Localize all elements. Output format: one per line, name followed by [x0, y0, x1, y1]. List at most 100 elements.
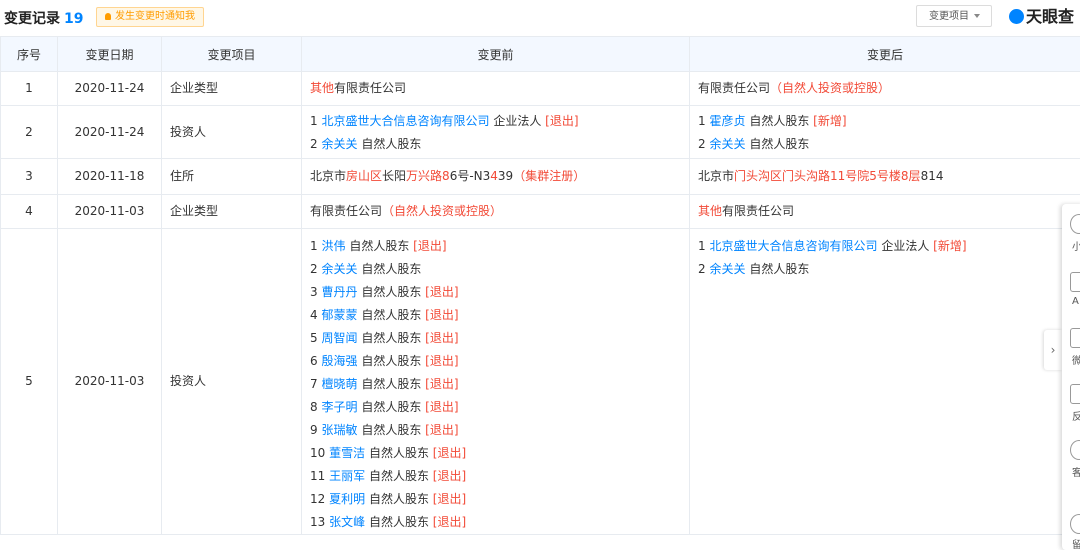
investor-line: 8 李子明 自然人股东 [退出]: [310, 396, 681, 419]
address-part: 门头沟区门头沟路11号院5号楼8层: [734, 169, 921, 183]
cell-after: 有限责任公司（自然人投资或控股）: [690, 72, 1080, 106]
cell-date: 2020-11-03: [58, 195, 162, 229]
investor-type: 自然人股东: [361, 262, 421, 276]
notify-label: 发生变更时通知我: [115, 11, 195, 22]
investor-name-link[interactable]: 北京盛世大合信息咨询有限公司: [321, 114, 489, 128]
section-header: 变更记录19 发生变更时通知我 变更项目 天眼查: [0, 0, 1080, 36]
investor-name-link[interactable]: 檀晓萌: [321, 377, 357, 391]
investor-number: 8: [310, 400, 318, 414]
cell-date: 2020-11-24: [58, 106, 162, 159]
investor-type: 自然人股东: [349, 239, 409, 253]
investor-name-link[interactable]: 余关关: [709, 262, 745, 276]
col-after: 变更后: [690, 37, 1080, 72]
investor-number: 2: [698, 137, 706, 151]
cell-before: 北京市房山区长阳万兴路86号-N3439（集群注册）: [302, 159, 690, 195]
investor-line: 1 北京盛世大合信息咨询有限公司 企业法人 [退出]: [310, 110, 681, 133]
investor-number: 10: [310, 446, 325, 460]
address-part: 北京市: [310, 169, 346, 183]
value-text: 有限责任公司: [310, 204, 382, 218]
brand-logo: 天眼查: [1009, 6, 1074, 28]
investor-line: 2 余关关 自然人股东: [310, 133, 681, 156]
investor-name-link[interactable]: 余关关: [709, 137, 745, 151]
investor-name-link[interactable]: 殷海强: [321, 354, 357, 368]
investor-name-link[interactable]: 夏利明: [329, 492, 365, 506]
investor-name-link[interactable]: 董雪洁: [329, 446, 365, 460]
investor-name-link[interactable]: 余关关: [321, 137, 357, 151]
cell-date: 2020-11-03: [58, 229, 162, 535]
wechat-icon[interactable]: [1070, 328, 1080, 348]
investor-name-link[interactable]: 张文峰: [329, 515, 365, 529]
investor-line: 2 余关关 自然人股东: [698, 258, 1072, 281]
investor-name-link[interactable]: 余关关: [321, 262, 357, 276]
cell-index: 1: [1, 72, 58, 106]
collapse-sidebar-button[interactable]: ›: [1044, 330, 1062, 370]
investor-number: 11: [310, 469, 325, 483]
table-row: 42020-11-03企业类型有限责任公司（自然人投资或控股）其他有限责任公司: [1, 195, 1080, 229]
col-item: 变更项目: [162, 37, 302, 72]
investor-number: 1: [310, 239, 318, 253]
address-part: 房山区: [346, 169, 382, 183]
investor-name-link[interactable]: 周智闻: [321, 331, 357, 345]
change-item-filter[interactable]: 变更项目: [916, 5, 992, 27]
investor-type: 自然人股东: [369, 492, 429, 506]
investor-line: 9 张瑞敏 自然人股东 [退出]: [310, 419, 681, 442]
table-row: 12020-11-24企业类型其他有限责任公司有限责任公司（自然人投资或控股）: [1, 72, 1080, 106]
investor-line: 2 余关关 自然人股东: [310, 258, 681, 281]
investor-name-link[interactable]: 北京盛世大合信息咨询有限公司: [709, 239, 877, 253]
investor-name-link[interactable]: 王丽军: [329, 469, 365, 483]
investor-name-link[interactable]: 李子明: [321, 400, 357, 414]
cell-item: 住所: [162, 159, 302, 195]
cell-before: 其他有限责任公司: [302, 72, 690, 106]
notify-button[interactable]: 发生变更时通知我: [96, 7, 204, 27]
feedback-icon[interactable]: [1070, 384, 1080, 404]
app-icon[interactable]: [1070, 272, 1080, 292]
investor-name-link[interactable]: 霍彦贞: [709, 114, 745, 128]
highlight-text: 其他: [698, 204, 722, 218]
investor-line: 1 霍彦贞 自然人股东 [新增]: [698, 110, 1072, 133]
investor-number: 2: [698, 262, 706, 276]
highlight-text: （自然人投资或控股）: [770, 81, 890, 95]
value-text: 有限责任公司: [722, 204, 794, 218]
investor-name-link[interactable]: 洪伟: [321, 239, 345, 253]
investor-type: 企业法人: [881, 239, 929, 253]
investor-line: 13 张文峰 自然人股东 [退出]: [310, 511, 681, 534]
message-icon[interactable]: [1070, 514, 1080, 534]
address-part: 长阳: [382, 169, 406, 183]
investor-name-link[interactable]: 曹丹丹: [321, 285, 357, 299]
investor-number: 2: [310, 137, 318, 151]
highlight-text: 其他: [310, 81, 334, 95]
address-part: 39: [498, 169, 513, 183]
change-tag: [退出]: [433, 492, 466, 506]
title-text: 变更记录: [4, 11, 60, 27]
table-row: 52020-11-03投资人1 洪伟 自然人股东 [退出]2 余关关 自然人股东…: [1, 229, 1080, 535]
change-tag: [退出]: [425, 377, 458, 391]
col-before: 变更前: [302, 37, 690, 72]
address-part: 北京市: [698, 169, 734, 183]
record-count: 19: [64, 11, 83, 27]
customer-service-icon[interactable]: [1070, 440, 1080, 460]
cell-before: 1 北京盛世大合信息咨询有限公司 企业法人 [退出]2 余关关 自然人股东: [302, 106, 690, 159]
filter-label: 变更项目: [929, 11, 969, 22]
cell-after: 1 北京盛世大合信息咨询有限公司 企业法人 [新增]2 余关关 自然人股东: [690, 229, 1080, 535]
investor-type: 自然人股东: [361, 354, 421, 368]
cell-index: 3: [1, 159, 58, 195]
investor-line: 1 洪伟 自然人股东 [退出]: [310, 235, 681, 258]
mini-program-icon[interactable]: [1070, 214, 1080, 234]
investor-name-link[interactable]: 张瑞敏: [321, 423, 357, 437]
col-index: 序号: [1, 37, 58, 72]
change-tag: [退出]: [425, 308, 458, 322]
investor-name-link[interactable]: 郁蒙蒙: [321, 308, 357, 322]
cell-item: 投资人: [162, 106, 302, 159]
investor-number: 12: [310, 492, 325, 506]
change-tag: [退出]: [545, 114, 578, 128]
cell-item: 企业类型: [162, 72, 302, 106]
investor-type: 自然人股东: [749, 114, 809, 128]
sidebar-label: A: [1072, 296, 1079, 307]
cell-before: 1 洪伟 自然人股东 [退出]2 余关关 自然人股东3 曹丹丹 自然人股东 [退…: [302, 229, 690, 535]
investor-number: 1: [698, 114, 706, 128]
cell-index: 2: [1, 106, 58, 159]
investor-line: 12 夏利明 自然人股东 [退出]: [310, 488, 681, 511]
investor-type: 自然人股东: [369, 515, 429, 529]
investor-line: 10 董雪洁 自然人股东 [退出]: [310, 442, 681, 465]
investor-number: 6: [310, 354, 318, 368]
